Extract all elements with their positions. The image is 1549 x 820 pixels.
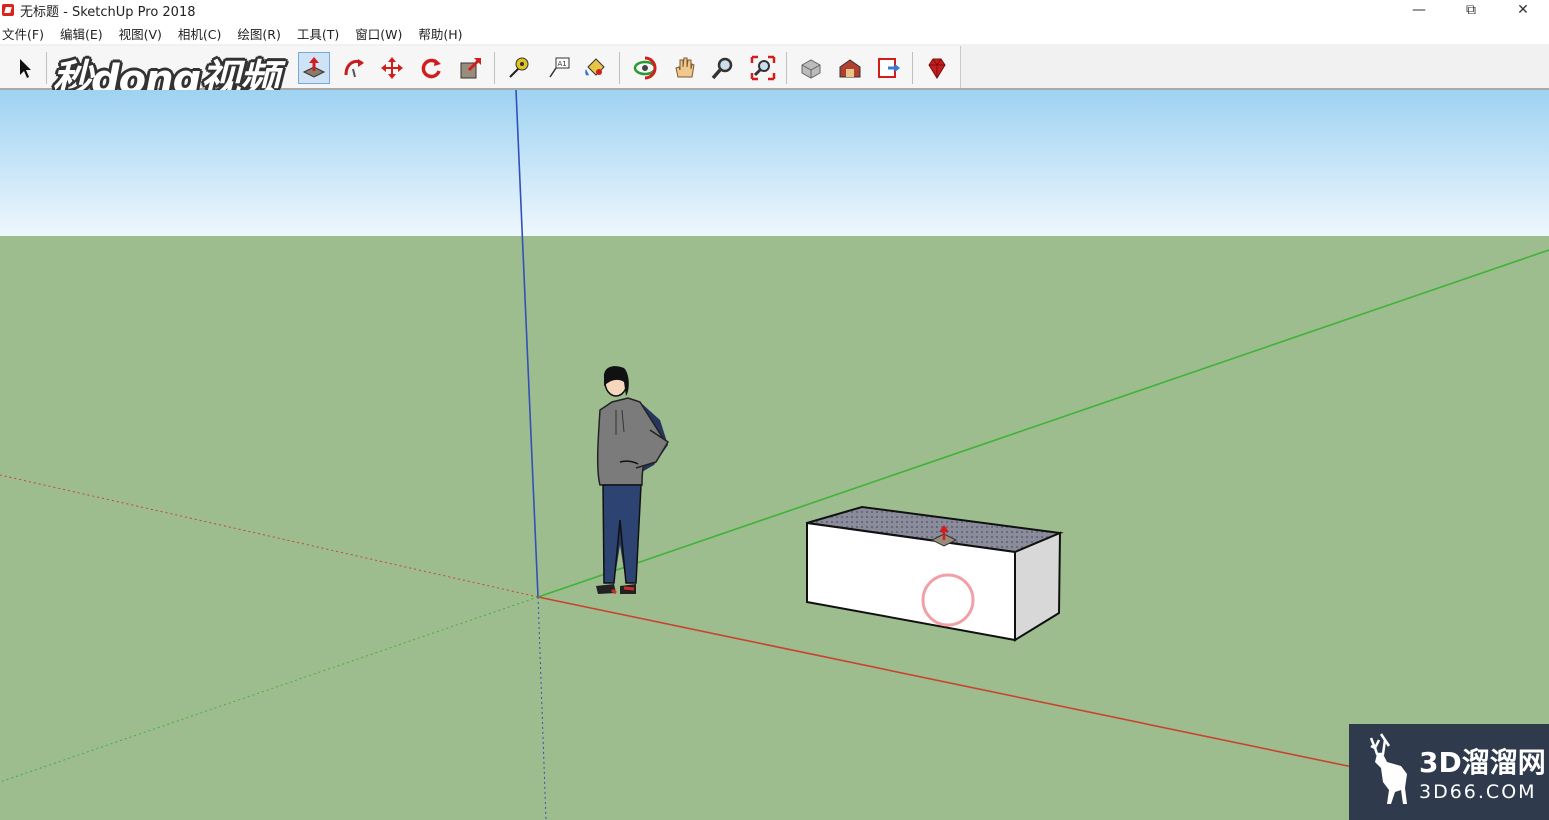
scene-canvas[interactable] [0,90,1549,820]
title-bar: 无标题 - SketchUp Pro 2018 — ⧉ ✕ [0,0,1549,20]
menu-window[interactable]: 窗口(W) [347,24,410,43]
pan-tool-icon[interactable] [668,52,700,84]
warehouse-tool-icon[interactable] [834,52,866,84]
watermark-brand: 3D溜溜网 [1419,746,1546,779]
ground-plane [0,236,1549,820]
menu-tools[interactable]: 工具(T) [289,24,347,43]
zoom-tool-icon[interactable] [707,52,739,84]
window-title: 无标题 - SketchUp Pro 2018 [20,4,196,20]
orbit-tool-icon[interactable] [629,52,661,84]
watermark-text: 3D溜溜网 3D66.COM [1419,741,1546,803]
scale-tool-icon[interactable] [455,52,487,84]
modeling-viewport[interactable] [0,90,1549,820]
menu-bar: 文件(F) 编辑(E) 视图(V) 相机(C) 绘图(R) 工具(T) 窗口(W… [0,22,1549,44]
select-tool-icon[interactable] [8,52,40,84]
close-button[interactable]: ✕ [1497,0,1549,20]
watermark-domain: 3D66.COM [1419,781,1537,803]
window-controls: — ⧉ ✕ [1393,0,1549,20]
paint-bucket-tool-icon[interactable] [579,52,611,84]
components-tool-icon[interactable] [795,52,827,84]
deer-logo-icon [1369,733,1407,804]
toolbar-separator [494,52,495,84]
menu-file[interactable]: 文件(F) [0,24,52,43]
text-tool-icon[interactable]: A1 [543,52,575,84]
sketchup-app-icon [2,4,14,16]
follow-me-tool-icon[interactable] [338,52,370,84]
restore-button[interactable]: ⧉ [1445,0,1497,20]
move-tool-icon[interactable] [376,52,408,84]
send-to-layout-tool-icon[interactable] [873,52,905,84]
site-watermark: 3D溜溜网 3D66.COM [1349,724,1549,820]
sky [0,90,1549,236]
extension-warehouse-tool-icon[interactable] [921,52,953,84]
menu-camera[interactable]: 相机(C) [170,24,229,43]
minimize-button[interactable]: — [1393,0,1445,20]
tape-measure-tool-icon[interactable] [503,52,535,84]
svg-text:A1: A1 [558,60,567,68]
menu-edit[interactable]: 编辑(E) [52,24,111,43]
toolbar-separator [786,52,787,84]
menu-draw[interactable]: 绘图(R) [229,24,288,43]
push-pull-tool-icon[interactable] [298,52,330,84]
zoom-extents-tool-icon[interactable] [747,52,779,84]
toolbar-separator [912,52,913,84]
toolbar-separator [46,52,47,84]
toolbar-separator [619,52,620,84]
rotate-tool-icon[interactable] [415,52,447,84]
menu-view[interactable]: 视图(V) [111,24,170,43]
menu-help[interactable]: 帮助(H) [410,24,470,43]
